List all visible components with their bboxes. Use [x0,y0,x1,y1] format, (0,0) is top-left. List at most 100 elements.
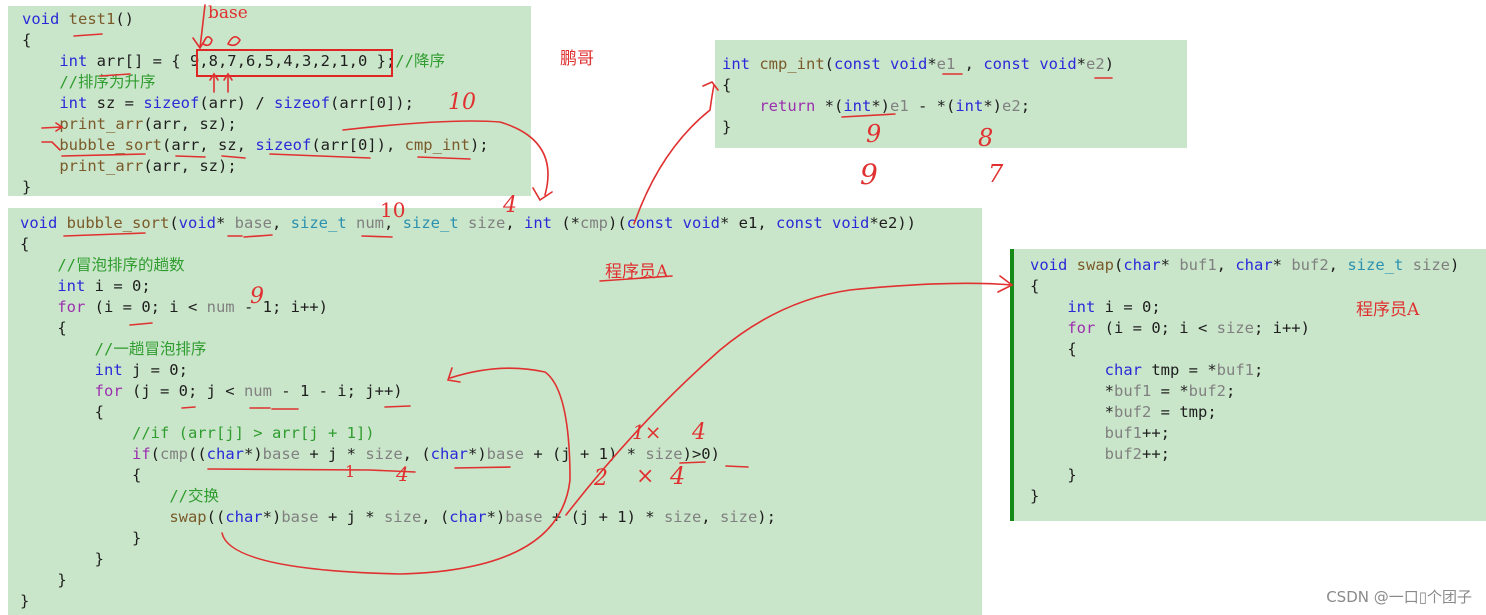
code-token: ); [469,136,489,154]
code-token: - 1 - i; j++) [271,382,403,400]
code-token: const void [626,214,720,232]
code-token: base [234,214,272,232]
annotation-programmer-a-swap: 程序员A [1356,300,1420,320]
code-line: { [722,75,1114,96]
annotation-j-value: 1 [345,462,356,481]
code-line: //一趟冒泡排序 [20,339,916,360]
code-token: num [206,298,235,316]
code-token: //降序 [395,52,445,70]
code-token: * [1272,256,1292,274]
code-token: int [843,97,872,115]
code-token: *) [467,445,487,463]
code-token: sizeof [143,94,200,112]
code-token: print_arr [59,115,144,133]
code-token: + (j + 1) * [542,508,664,526]
code-token: ( [1114,256,1124,274]
code-token: char [206,445,244,463]
code-token: *) [486,508,506,526]
code-token: , ( [421,508,450,526]
code-token: sizeof [273,94,330,112]
code-token: test1 [68,10,116,28]
code-line: void test1() [22,9,489,30]
code-token: const void [776,214,870,232]
code-line: for (i = 0; i < size; i++) [1030,318,1459,339]
code-token: e2 [1002,97,1021,115]
code-token: cmp_int [759,55,825,73]
code-token: buf2 [1188,382,1226,400]
code-token: size [365,445,403,463]
code-token: (i = 0; i < [1104,319,1217,337]
annotation-j-plus-one: 2 [594,466,608,491]
code-token: cmp [580,214,608,232]
code-token: *) [983,97,1003,115]
code-token: char [1235,256,1273,274]
code-line: //if (arr[j] > arr[j + 1]) [20,423,916,444]
code-token: ; [1020,97,1031,115]
code-token: , [701,508,720,526]
annotation-one-times: 1× [632,420,662,444]
code-token: //排序为升序 [59,73,156,91]
annotation-num-value: 10 [380,198,406,222]
code-token: swap [1076,256,1114,274]
code-line: //交换 [20,486,916,507]
code-token: - *( [908,97,956,115]
code-token: void [178,214,216,232]
test1-code: void test1(){ int arr[] = { 9,8,7,6,5,4,… [22,9,489,198]
code-token: } [20,571,67,589]
code-line: int j = 0; [20,360,916,381]
code-line: { [22,30,489,51]
code-line: *buf1 = *buf2; [1030,381,1459,402]
code-token: bubble_sort [66,214,170,232]
code-line: print_arr(arr, sz); [22,156,489,177]
change-indicator-bar [1010,249,1014,521]
code-token: , [1328,256,1348,274]
code-token: + j * [318,508,384,526]
code-token: for [1067,319,1105,337]
annotation-num-minus-one: 9 [250,284,264,309]
code-token: { [20,466,142,484]
code-token: } [20,550,104,568]
code-token: } [722,118,732,136]
code-token: { [1030,340,1077,358]
code-token: size [1216,319,1254,337]
code-token: { [722,76,732,94]
code-token: i = 0; [94,277,151,295]
code-token: - 1; i++) [234,298,328,316]
code-line: void bubble_sort(void* base, size_t num,… [20,213,916,234]
code-token: int [722,55,760,73]
code-token: cmp_int [404,136,470,154]
code-line: return *(int*)e1 - *(int*)e2; [722,96,1114,117]
code-token: *) [262,508,282,526]
code-token: num [243,382,272,400]
code-token: int [955,97,984,115]
code-line: { [1030,276,1459,297]
code-token: const void [983,55,1077,73]
code-token: * e1, [720,214,776,232]
code-token: bubble_sort [59,136,162,154]
code-token: sz = [96,94,144,112]
code-token: int [57,277,95,295]
code-token: )( [608,214,627,232]
code-token: void [1030,256,1077,274]
code-token: size_t [402,214,468,232]
code-token: (arr[0]); [329,94,414,112]
code-token: * [927,55,937,73]
csdn-watermark: CSDN @一口▯个团子 [1326,588,1472,606]
code-token: char [449,508,487,526]
code-token: e1 [890,97,909,115]
code-token: int [94,361,132,379]
code-token: buf1 [1104,424,1142,442]
code-token: ; i++) [1253,319,1310,337]
code-line: { [1030,339,1459,360]
annotation-times: × [636,464,655,489]
code-token: * [1076,55,1087,73]
code-token: size [383,508,422,526]
swap-code: void swap(char* buf1, char* buf2, size_t… [1030,255,1459,507]
